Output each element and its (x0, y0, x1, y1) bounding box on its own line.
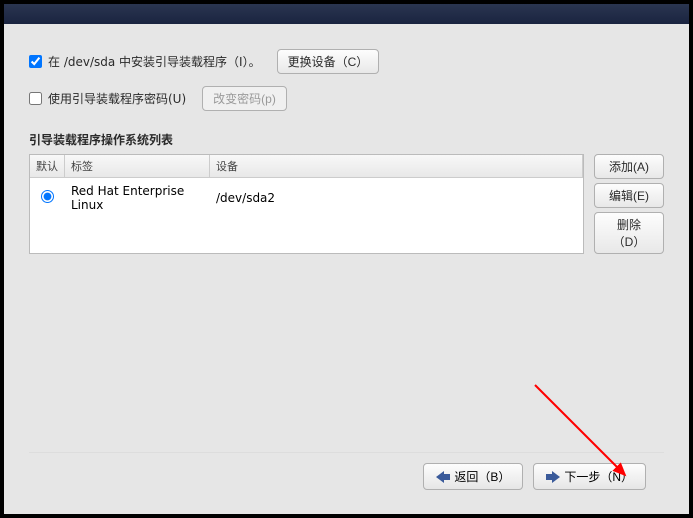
row-label: Red Hat Enterprise Linux (65, 182, 210, 214)
delete-button[interactable]: 删除（D） (594, 212, 664, 254)
main-content: 在 /dev/sda 中安装引导装载程序（I）。 更换设备（C） 使用引导装载程… (4, 24, 689, 514)
change-device-button[interactable]: 更换设备（C） (277, 49, 380, 74)
next-button-label: 下一步（N） (564, 468, 633, 485)
table-header: 默认 标签 设备 (30, 155, 583, 178)
footer: 返回（B） 下一步（N） (29, 452, 664, 504)
row-default-radio-cell (30, 188, 65, 208)
back-button-label: 返回（B） (454, 468, 510, 485)
header-default[interactable]: 默认 (30, 155, 65, 177)
use-password-row: 使用引导装载程序密码(U) 改变密码(p) (29, 86, 664, 111)
install-bootloader-checkbox[interactable] (29, 55, 42, 68)
table-row[interactable]: Red Hat Enterprise Linux /dev/sda2 (30, 178, 583, 218)
arrow-right-icon (546, 471, 560, 483)
install-bootloader-label: 在 /dev/sda 中安装引导装载程序（I）。 (48, 53, 261, 70)
arrow-left-icon (436, 471, 450, 483)
row-device: /dev/sda2 (210, 189, 583, 207)
header-label[interactable]: 标签 (65, 155, 210, 177)
row-default-radio[interactable] (41, 190, 54, 203)
header-device[interactable]: 设备 (210, 155, 583, 177)
os-table: 默认 标签 设备 Red Hat Enterprise Linux /dev/s… (29, 154, 584, 254)
table-area: 默认 标签 设备 Red Hat Enterprise Linux /dev/s… (29, 154, 664, 254)
edit-button[interactable]: 编辑(E) (594, 183, 664, 208)
table-title: 引导装载程序操作系统列表 (29, 131, 664, 148)
back-button[interactable]: 返回（B） (423, 463, 523, 490)
change-password-button: 改变密码(p) (202, 86, 287, 111)
title-bar (4, 4, 689, 24)
use-password-checkbox[interactable] (29, 92, 42, 105)
add-button[interactable]: 添加(A) (594, 154, 664, 179)
install-bootloader-row: 在 /dev/sda 中安装引导装载程序（I）。 更换设备（C） (29, 49, 664, 74)
side-buttons: 添加(A) 编辑(E) 删除（D） (594, 154, 664, 254)
use-password-label: 使用引导装载程序密码(U) (48, 90, 186, 107)
next-button[interactable]: 下一步（N） (533, 463, 646, 490)
